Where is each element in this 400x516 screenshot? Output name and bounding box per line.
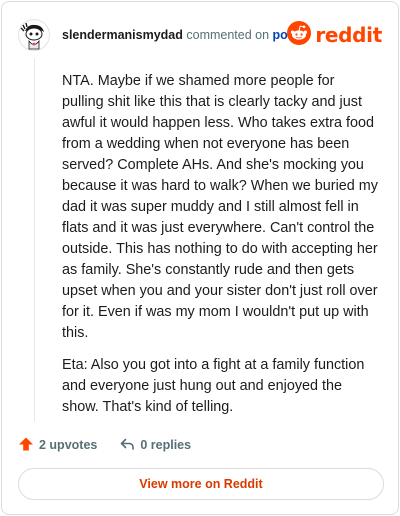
upvote-arrow-icon [18,436,39,455]
username-link[interactable]: slendermanismydad [62,28,183,42]
upvote-button[interactable]: 2 upvotes [18,436,97,455]
view-more-button[interactable]: View more on Reddit [18,468,384,500]
comment-meta: slendermanismydad commented on post [62,27,299,43]
upvote-count: 2 upvotes [39,438,98,452]
comment-header: slendermanismydad commented on post redd… [2,2,398,64]
commented-on-label: commented on [186,28,270,42]
reply-button[interactable]: 0 replies [119,436,191,455]
reply-arrow-icon [119,436,140,455]
reply-count: 0 replies [140,438,192,452]
comment-actions: 2 upvotes 0 replies [18,434,191,456]
comment-body: NTA. Maybe if we shamed more people for … [62,71,380,429]
embedded-comment-card: slendermanismydad commented on post redd… [1,1,399,515]
thread-line [34,58,35,422]
comment-paragraph: Eta: Also you got into a fight at a fami… [62,357,365,415]
reddit-logo-icon [287,20,312,50]
snoo-avatar-icon[interactable] [18,19,50,51]
reddit-wordmark: reddit [315,23,382,47]
comment-paragraph: NTA. Maybe if we shamed more people for … [62,73,378,341]
reddit-brand[interactable]: reddit [287,20,382,50]
